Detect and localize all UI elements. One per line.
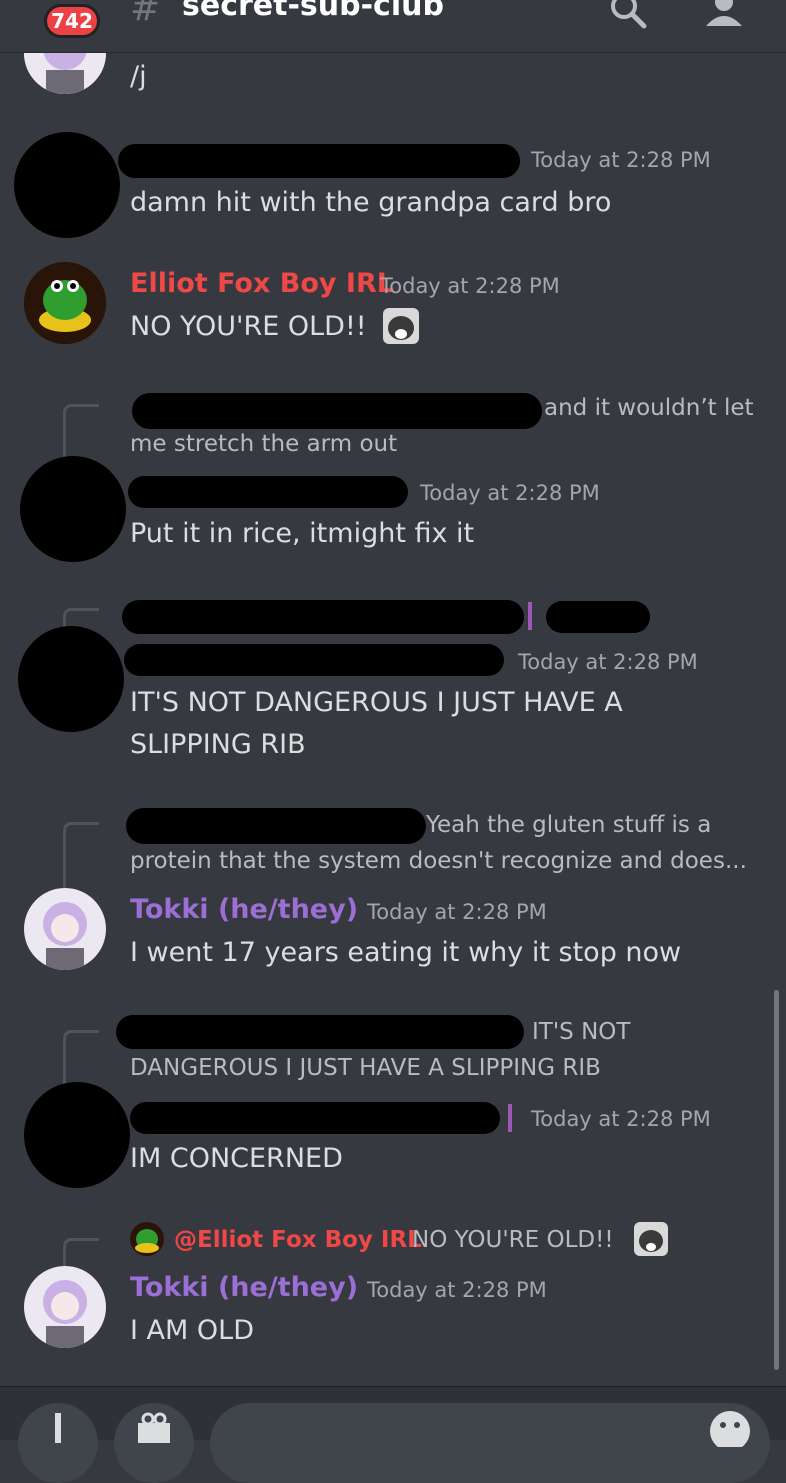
cat-emoji-icon xyxy=(383,308,419,344)
avatar-redacted[interactable] xyxy=(24,1082,130,1188)
message-feed: /j Today at 2:28 PM damn hit with the gr… xyxy=(0,52,786,1386)
message-text: I AM OLD xyxy=(130,1315,254,1346)
members-icon[interactable] xyxy=(700,0,750,32)
timestamp: Today at 2:28 PM xyxy=(531,1107,711,1131)
avatar-redacted[interactable] xyxy=(14,132,120,238)
role-divider xyxy=(508,1104,512,1132)
channel-header: 742 # secret-sub-club xyxy=(0,0,786,53)
avatar[interactable] xyxy=(24,52,106,94)
author-name[interactable]: Tokki (he/they) xyxy=(130,1272,358,1303)
timestamp: Today at 2:28 PM xyxy=(518,650,698,674)
message-text: IT'S NOT DANGEROUS I JUST HAVE A SLIPPIN… xyxy=(130,687,623,760)
avatar-redacted[interactable] xyxy=(18,626,124,732)
redacted-username xyxy=(124,644,504,676)
emoji-icon[interactable] xyxy=(708,1407,752,1447)
channel-name[interactable]: secret-sub-club xyxy=(182,0,444,23)
message-composer xyxy=(0,1386,786,1483)
hash-icon: # xyxy=(130,0,161,29)
message-text: /j xyxy=(130,61,147,92)
reply-preview[interactable]: IT'S NOT DANGEROUS I JUST HAVE A SLIPPIN… xyxy=(130,1014,670,1086)
reply-avatar xyxy=(130,1222,164,1256)
scrollbar[interactable] xyxy=(774,990,779,1370)
message-text: Put it in rice, itmight fix it xyxy=(130,518,475,549)
avatar-redacted[interactable] xyxy=(20,456,126,562)
redacted-username xyxy=(122,600,524,634)
redacted-username xyxy=(130,1102,500,1134)
unread-badge[interactable]: 742 xyxy=(44,4,100,38)
message-text: I went 17 years eating it why it stop no… xyxy=(130,937,682,968)
avatar[interactable] xyxy=(24,888,106,970)
redacted-username xyxy=(128,476,408,508)
timestamp: Today at 2:28 PM xyxy=(380,274,560,298)
avatar[interactable] xyxy=(24,1266,106,1348)
message-input[interactable] xyxy=(210,1403,770,1483)
redacted-username xyxy=(118,144,520,178)
timestamp: Today at 2:28 PM xyxy=(367,900,547,924)
gift-button[interactable] xyxy=(114,1403,194,1483)
timestamp: Today at 2:28 PM xyxy=(420,481,600,505)
reply-preview[interactable]: and it wouldn’t let me stretch the arm o… xyxy=(130,390,762,462)
reply-preview[interactable]: Yeah the gluten stuff is a protein that … xyxy=(130,807,770,879)
message-text: NO YOU'RE OLD!! xyxy=(130,311,367,342)
search-icon[interactable] xyxy=(608,0,648,32)
role-divider xyxy=(528,602,532,630)
reply-spine xyxy=(63,1238,99,1268)
add-attachment-button[interactable] xyxy=(18,1403,98,1483)
reply-preview[interactable]: NO YOU'RE OLD!! xyxy=(412,1222,614,1258)
message-text: IM CONCERNED xyxy=(130,1143,343,1174)
timestamp: Today at 2:28 PM xyxy=(367,1278,547,1302)
author-name[interactable]: Elliot Fox Boy IRL xyxy=(130,268,394,299)
plus-icon xyxy=(55,1413,61,1443)
gift-icon xyxy=(138,1412,170,1443)
cat-emoji-icon xyxy=(634,1222,668,1256)
avatar[interactable] xyxy=(24,262,106,344)
author-name[interactable]: Tokki (he/they) xyxy=(130,894,358,925)
timestamp: Today at 2:28 PM xyxy=(531,148,711,172)
reply-mention[interactable]: @Elliot Fox Boy IRL xyxy=(174,1222,422,1258)
redacted-username xyxy=(546,601,650,633)
message-text: damn hit with the grandpa card bro xyxy=(130,187,612,218)
